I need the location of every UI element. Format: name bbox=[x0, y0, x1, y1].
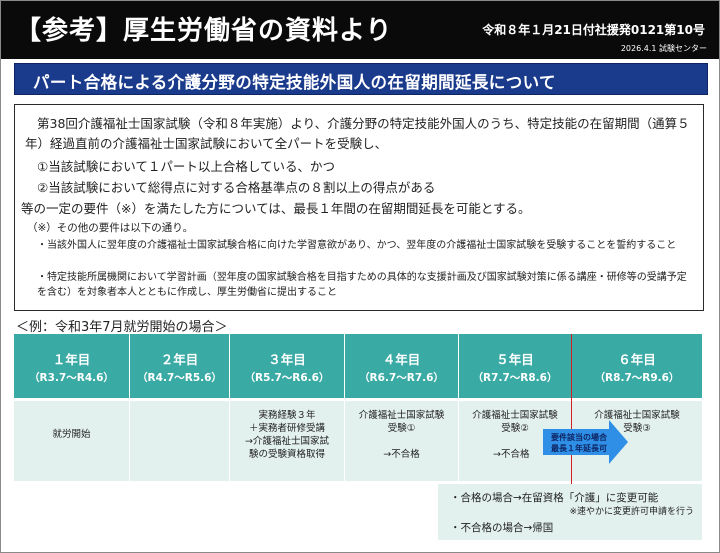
detail-line: →介護福祉士国家試 bbox=[245, 436, 329, 447]
condition-2: ②当該試験において総得点に対する合格基準点の８割以上の得点がある bbox=[37, 180, 436, 195]
page-title: 【参考】厚生労働省の資料より bbox=[15, 16, 393, 46]
detail-line: ＋実務者研修受講 bbox=[248, 423, 325, 434]
extension-arrow-label: 要件該当の場合 最長１年延長可 bbox=[545, 432, 613, 454]
year-label: ５年目 bbox=[496, 352, 534, 367]
year-label: １年目 bbox=[52, 352, 91, 367]
requirement-bullet-1: ・当該外国人に翌年度の介護福祉士国家試験合格に向けた学習意欲があり、かつ、翌年度… bbox=[37, 240, 677, 251]
requirements-box: 第38回介護福祉士国家試験（令和８年実施）より、介護分野の特定技能外国人のうち、… bbox=[14, 104, 704, 311]
detail-line: 就労開始 bbox=[52, 429, 91, 440]
fail-outcome: ・不合格の場合→帰国 bbox=[450, 522, 554, 534]
year-detail-2 bbox=[130, 401, 229, 481]
year-range: （R8.7〜R9.6） bbox=[594, 372, 680, 384]
year-header-2: ２年目 （R4.7〜R5.6） bbox=[130, 334, 229, 398]
banner-title: パート合格による介護分野の特定技能外国人の在留期間延長について bbox=[33, 73, 556, 92]
year-header-5: ５年目 （R7.7〜R8.6） bbox=[459, 334, 571, 398]
year-header-3: ３年目 （R5.7〜R6.6） bbox=[230, 334, 344, 398]
year-range: （R6.7〜R7.6） bbox=[359, 372, 444, 384]
year-header-6: ６年目 （R8.7〜R9.6） bbox=[572, 334, 702, 398]
year-range: （R5.7〜R6.6） bbox=[244, 372, 330, 384]
year-range: （R4.7〜R5.6） bbox=[137, 372, 222, 384]
period-boundary-line bbox=[571, 334, 572, 498]
detail-line: 実務経験３年 bbox=[258, 410, 316, 421]
year-range: （R3.7〜R4.6） bbox=[29, 372, 114, 384]
pass-outcome: ・合格の場合→在留資格「介護」に変更可能 bbox=[450, 492, 659, 504]
example-title: ＜例：令和3年7月就労開始の場合＞ bbox=[16, 320, 228, 335]
intro-text: 第38回介護福祉士国家試験（令和８年実施）より、介護分野の特定技能外国人のうち、… bbox=[25, 116, 690, 151]
summary-text: 等の一定の要件（※）を満たした方については、最長１年間の在留期間延長を可能とする… bbox=[21, 201, 531, 216]
pass-outcome-sub: ※速やかに変更許可申請を行う bbox=[569, 507, 694, 517]
section-banner: パート合格による介護分野の特定技能外国人の在留期間延長について bbox=[14, 63, 708, 95]
year-range: （R7.7〜R8.6） bbox=[472, 372, 558, 384]
outcome-note: ・合格の場合→在留資格「介護」に変更可能 ※速やかに変更許可申請を行う ・不合格… bbox=[438, 484, 702, 540]
year-label: ６年目 bbox=[618, 352, 656, 367]
header-bar: 【参考】厚生労働省の資料より 令和８年１月21日付社援発0121第10号 202… bbox=[1, 1, 719, 59]
condition-1: ①当該試験において１パート以上合格している、かつ bbox=[37, 159, 335, 174]
year-detail-4: 介護福祉士国家試験 受験① →不合格 bbox=[345, 401, 458, 481]
year-label: ３年目 bbox=[268, 352, 306, 367]
requirement-bullet-2: ・特定技能所属機関において学習計画（翌年度の国家試験合格を目指すための具体的な支… bbox=[37, 272, 687, 298]
arrow-line-2: 最長１年延長可 bbox=[551, 444, 607, 453]
year-detail-1: 就労開始 bbox=[14, 401, 129, 481]
detail-line: 験の受験資格取得 bbox=[248, 449, 325, 460]
reference-number: 令和８年１月21日付社援発0121第10号 bbox=[482, 23, 705, 37]
year-header-1: １年目 （R3.7〜R4.6） bbox=[14, 334, 129, 398]
date-source: 2026.4.1 試験センター bbox=[620, 44, 707, 53]
arrow-line-1: 要件該当の場合 bbox=[551, 433, 607, 442]
detail-line: 受験① bbox=[387, 423, 416, 434]
year-header-4: ４年目 （R6.7〜R7.6） bbox=[345, 334, 458, 398]
other-requirements-title: （※）その他の要件は以下の通り。 bbox=[27, 222, 194, 234]
year-detail-3: 実務経験３年 ＋実務者研修受講 →介護福祉士国家試 験の受験資格取得 bbox=[230, 401, 344, 481]
detail-line: 介護福祉士国家試験 bbox=[358, 410, 445, 421]
detail-line: →不合格 bbox=[383, 449, 420, 460]
year-label: ２年目 bbox=[160, 352, 199, 367]
year-label: ４年目 bbox=[382, 352, 421, 367]
